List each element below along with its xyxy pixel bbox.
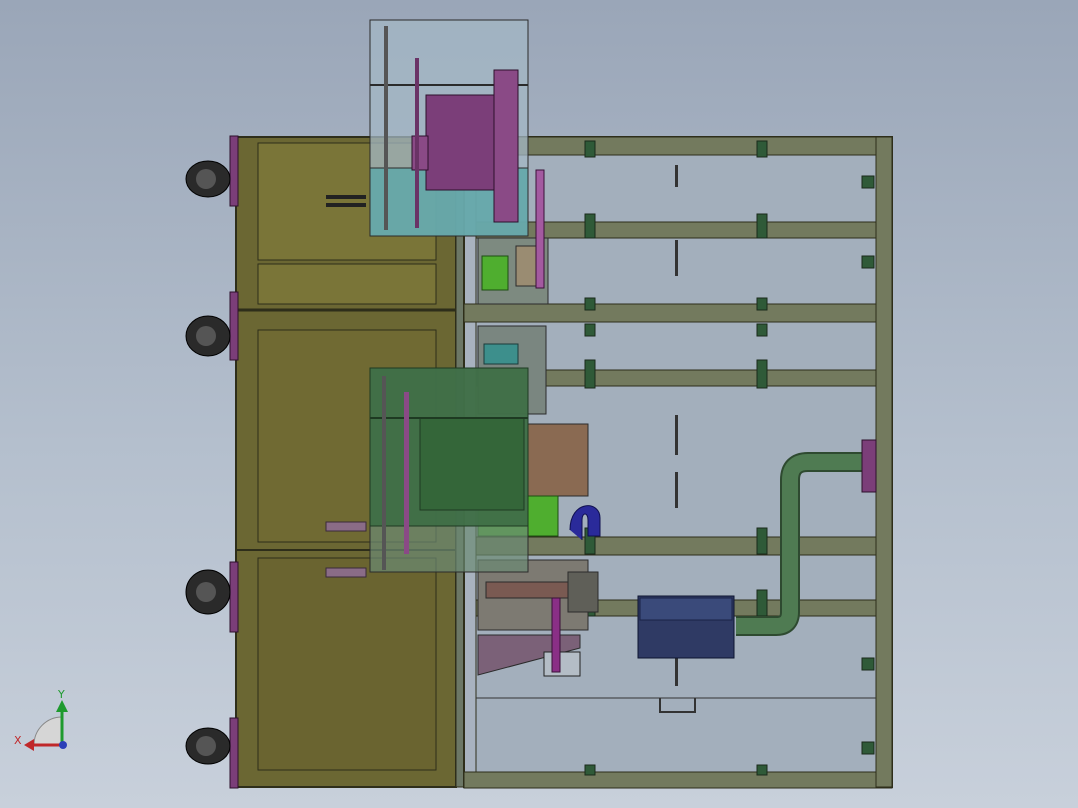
caster-wheel-1[interactable] — [185, 135, 239, 207]
caster-wheel-2[interactable] — [185, 291, 239, 361]
y-axis-label: Y — [57, 688, 65, 701]
z-axis-dot — [59, 741, 67, 749]
graphics-viewport[interactable]: Y X — [0, 0, 1078, 808]
caster-wheel-3[interactable] — [185, 561, 239, 633]
upper-motor-assembly[interactable] — [369, 19, 529, 237]
drive-motor-box[interactable] — [637, 595, 735, 659]
cad-model-view[interactable]: Y X — [0, 0, 1078, 808]
lower-motor-assembly[interactable] — [369, 367, 529, 573]
caster-wheels[interactable] — [185, 135, 239, 789]
caster-wheel-4[interactable] — [185, 717, 239, 789]
x-axis-label: X — [14, 734, 22, 747]
reference-triad: Y X — [14, 688, 68, 751]
